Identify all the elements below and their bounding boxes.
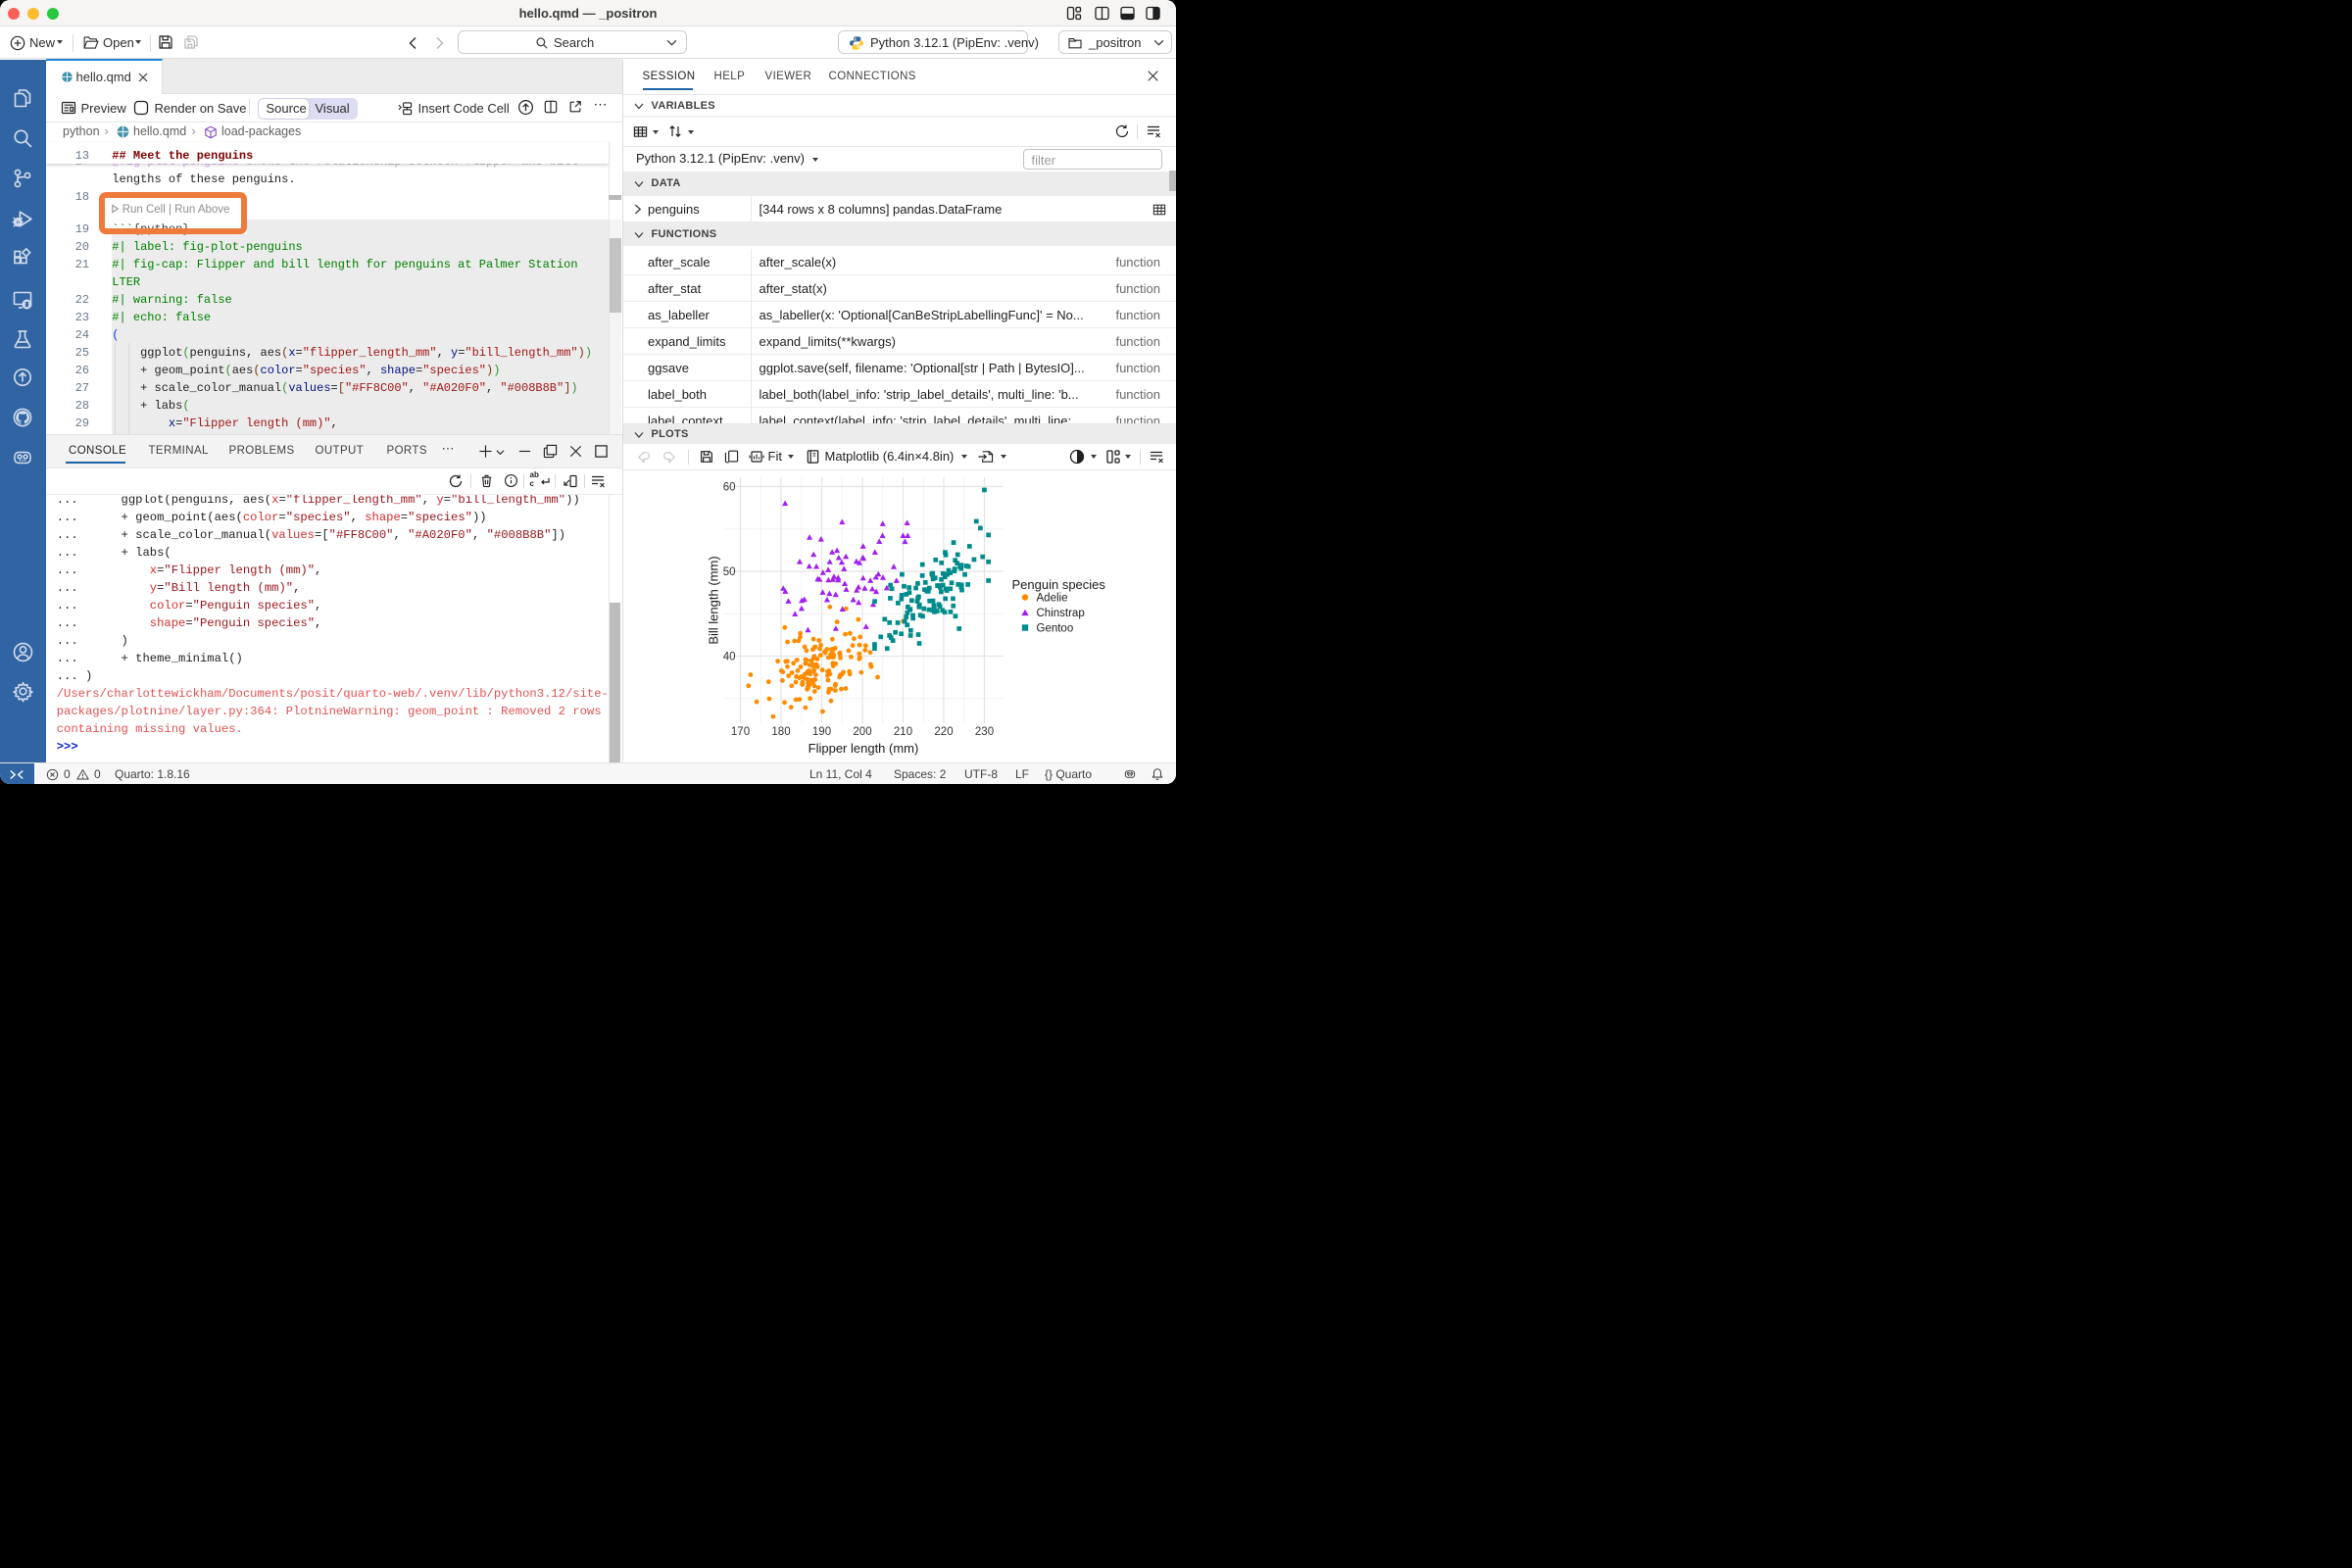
svg-text:Bill length (mm): Bill length (mm)	[706, 556, 720, 644]
svg-text:40: 40	[722, 652, 735, 663]
svg-text:170: 170	[730, 726, 749, 738]
svg-text:230: 230	[974, 726, 993, 738]
svg-text:220: 220	[934, 726, 953, 738]
svg-text:Flipper length (mm): Flipper length (mm)	[808, 741, 918, 756]
svg-text:200: 200	[853, 726, 871, 738]
svg-text:Chinstrap: Chinstrap	[1036, 608, 1084, 619]
svg-text:Penguin species: Penguin species	[1011, 577, 1105, 592]
svg-text:Gentoo: Gentoo	[1036, 623, 1073, 635]
svg-text:210: 210	[893, 726, 911, 738]
svg-text:190: 190	[811, 726, 830, 738]
svg-text:180: 180	[771, 726, 790, 738]
svg-text:60: 60	[722, 482, 735, 494]
svg-text:50: 50	[722, 566, 735, 578]
svg-text:Adelie: Adelie	[1036, 593, 1067, 605]
